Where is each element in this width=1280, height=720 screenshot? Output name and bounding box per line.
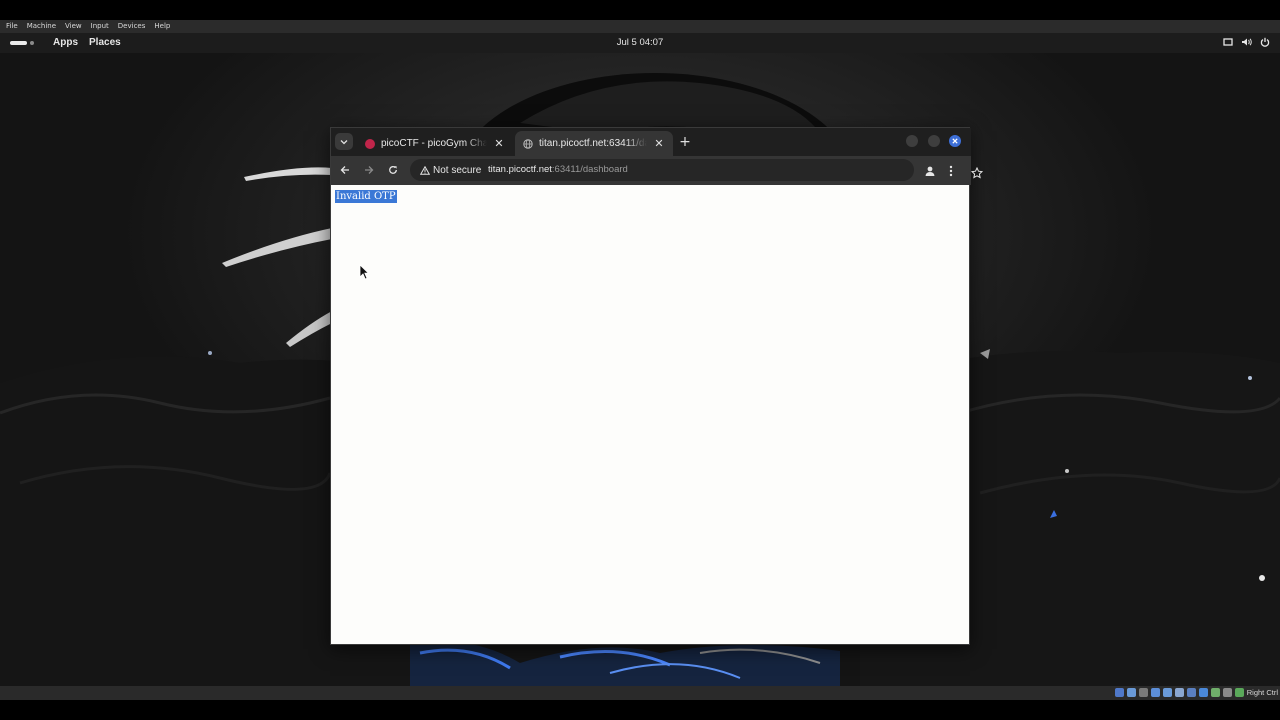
tab-picogym[interactable]: picoCTF - picoGym Challenges ✕: [357, 131, 513, 156]
tab-dashboard[interactable]: titan.picoctf.net:63411/dashboard ✕: [515, 131, 673, 156]
more-vert-icon: [949, 165, 953, 177]
storage-icon: [1115, 688, 1124, 697]
arrow-left-icon: [340, 166, 349, 174]
tab-title: picoCTF - picoGym Challenges: [381, 138, 487, 149]
recording-icon: [1199, 688, 1208, 697]
browser-toolbar: Not secure titan.picoctf.net:63411/dashb…: [331, 156, 984, 185]
system-tray[interactable]: [1223, 37, 1270, 47]
audio-icon: [1139, 688, 1148, 697]
usb-icon: [1163, 688, 1172, 697]
new-tab-button[interactable]: +: [677, 134, 693, 150]
tab-search-button[interactable]: [335, 133, 353, 150]
reload-button[interactable]: [385, 162, 401, 178]
close-icon: [952, 138, 958, 144]
keyboard-icon: [1235, 688, 1244, 697]
picoctf-favicon: [365, 138, 375, 149]
optical-drive-icon: [1127, 688, 1136, 697]
clock[interactable]: Jul 5 04:07: [540, 33, 740, 53]
cpu-icon: [1211, 688, 1220, 697]
vm-menu-view[interactable]: View: [65, 20, 82, 33]
star-icon: [970, 166, 984, 179]
workspace-pill: [10, 41, 27, 45]
workspace-dot: [30, 41, 34, 45]
url-host: titan.picoctf.net: [488, 164, 552, 175]
letterbox-bottom: [0, 700, 1280, 720]
vm-menu-devices[interactable]: Devices: [118, 20, 146, 33]
network-icon: [1151, 688, 1160, 697]
maximize-button[interactable]: [928, 135, 940, 147]
places-menu[interactable]: Places: [89, 33, 121, 53]
page-content: Invalid OTP: [331, 185, 969, 644]
invalid-otp-message: Invalid OTP: [335, 190, 397, 203]
apps-menu[interactable]: Apps: [53, 33, 78, 53]
back-button[interactable]: [337, 162, 353, 178]
security-chip[interactable]: Not secure: [415, 161, 486, 179]
mouse-cursor-icon: [359, 264, 369, 280]
globe-icon: [523, 138, 533, 149]
power-icon: [1260, 37, 1270, 47]
volume-icon: [1242, 38, 1252, 46]
warning-icon: [420, 165, 430, 175]
browser-menu-button[interactable]: [949, 162, 953, 181]
arrow-right-icon: [365, 166, 374, 174]
tab-strip: picoCTF - picoGym Challenges ✕ titan.pic…: [331, 128, 971, 156]
url-text: titan.picoctf.net:63411/dashboard: [488, 159, 628, 181]
bookmark-button[interactable]: [970, 164, 984, 183]
person-icon: [925, 166, 935, 176]
letterbox-top: [0, 0, 1280, 20]
close-window-button[interactable]: [949, 135, 961, 147]
close-tab-icon[interactable]: ✕: [493, 137, 505, 150]
security-label: Not secure: [433, 164, 482, 176]
vm-menu-machine[interactable]: Machine: [27, 20, 56, 33]
screen-icon: [1223, 38, 1233, 46]
chevron-down-icon: [340, 139, 348, 144]
vm-menu-help[interactable]: Help: [154, 20, 170, 33]
desktop-topbar: Apps Places Jul 5 04:07: [0, 33, 1280, 53]
activities-indicator[interactable]: [10, 41, 34, 45]
display-icon: [1187, 688, 1196, 697]
vm-statusbar: Right Ctrl: [0, 686, 1280, 700]
host-key-label: Right Ctrl: [1246, 688, 1278, 697]
browser-window: picoCTF - picoGym Challenges ✕ titan.pic…: [330, 127, 984, 645]
vm-menu-input[interactable]: Input: [91, 20, 109, 33]
tab-title: titan.picoctf.net:63411/dashboard: [539, 138, 647, 149]
mouse-integration-icon: [1223, 688, 1232, 697]
vm-status-icons[interactable]: [1115, 688, 1244, 697]
close-tab-icon[interactable]: ✕: [653, 137, 665, 150]
reload-icon: [389, 166, 397, 174]
minimize-button[interactable]: [906, 135, 918, 147]
url-path: :63411/dashboard: [551, 164, 628, 175]
vm-menubar: File Machine View Input Devices Help: [0, 20, 1280, 33]
vm-menu-file[interactable]: File: [6, 20, 18, 33]
forward-button[interactable]: [361, 162, 377, 178]
profile-button[interactable]: [924, 162, 936, 181]
address-bar[interactable]: Not secure titan.picoctf.net:63411/dashb…: [410, 159, 984, 181]
shared-folder-icon: [1175, 688, 1184, 697]
